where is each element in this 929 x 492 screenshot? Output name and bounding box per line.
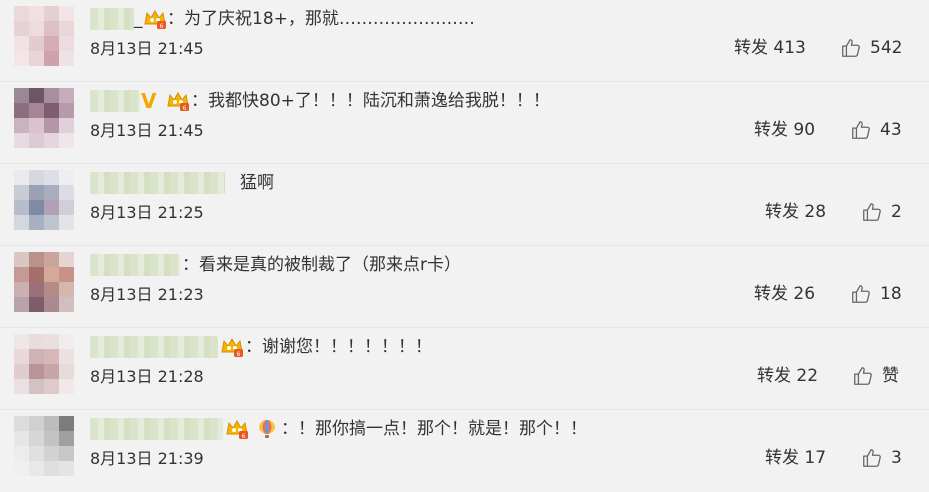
like-button[interactable]: 542 [840, 35, 902, 61]
avatar[interactable] [14, 334, 74, 394]
hot-air-balloon-icon [257, 419, 277, 439]
like-button[interactable]: 18 [850, 281, 902, 307]
comment-item: 猛啊 8月13日 21:25 转发 28 2 [0, 164, 929, 246]
comment-item: 6 ：谢谢您！！！！！！！ 8月13日 21:28 转发 22 赞 [0, 328, 929, 410]
comment-item: ：看来是真的被制裁了（那来点r卡） 8月13日 21:23 转发 26 18 [0, 246, 929, 328]
username-blurred[interactable] [90, 172, 225, 194]
like-button[interactable]: 2 [861, 199, 902, 225]
username-underscore: _ [134, 9, 143, 29]
comment-item: V 6 ：我都快80+了！！！陆沉和萧逸给我脱！！！ 8月13日 21:45 转… [0, 82, 929, 164]
svg-text:6: 6 [160, 23, 164, 30]
avatar[interactable] [14, 252, 74, 312]
avatar[interactable] [14, 416, 74, 476]
thumbs-up-icon [852, 285, 870, 303]
comment-text: ：看来是真的被制裁了（那来点r卡） [182, 255, 461, 275]
username-blurred[interactable] [90, 90, 140, 112]
thumbs-up-icon [842, 39, 860, 57]
username-blurred[interactable] [90, 418, 223, 440]
avatar[interactable] [14, 88, 74, 148]
crown-vip-icon: 6 [225, 418, 249, 440]
thumbs-up-icon [852, 121, 870, 139]
comment-text: 猛啊 [240, 173, 274, 193]
crown-vip-icon: 6 [143, 8, 167, 30]
comment-time: 8月13日 21:39 [90, 449, 204, 468]
comment-time: 8月13日 21:23 [90, 285, 204, 304]
comment-list: _ 6 ：为了庆祝18+，那就…………………… 8月13日 21:45 转发 4… [0, 0, 929, 483]
svg-text:6: 6 [237, 351, 241, 358]
comment-time: 8月13日 21:45 [90, 39, 204, 58]
v-verified-icon: V [141, 89, 157, 113]
username-blurred[interactable] [90, 336, 218, 358]
like-button[interactable]: 3 [861, 445, 902, 471]
like-count: 542 [870, 38, 903, 58]
username-blurred[interactable] [90, 8, 134, 30]
comment-item: _ 6 ：为了庆祝18+，那就…………………… 8月13日 21:45 转发 4… [0, 0, 929, 82]
comment-time: 8月13日 21:25 [90, 203, 204, 222]
like-button[interactable]: 赞 [852, 363, 899, 389]
comment-text: ：为了庆祝18+，那就…………………… [167, 9, 475, 29]
avatar[interactable] [14, 6, 74, 66]
svg-text:6: 6 [183, 105, 187, 112]
like-count: 18 [880, 284, 902, 304]
thumbs-up-icon [863, 203, 881, 221]
comment-text: ：！那你搞一点！那个！就是！那个！！ [281, 419, 587, 439]
comment-text: ：我都快80+了！！！陆沉和萧逸给我脱！！！ [191, 91, 550, 111]
comment-time: 8月13日 21:45 [90, 121, 204, 140]
svg-text:6: 6 [242, 433, 246, 440]
repost-button[interactable]: 转发 26 [754, 281, 815, 307]
thumbs-up-icon [863, 449, 881, 467]
avatar[interactable] [14, 170, 74, 230]
repost-button[interactable]: 转发 90 [754, 117, 815, 143]
like-count: 43 [880, 120, 902, 140]
username-blurred[interactable] [90, 254, 180, 276]
repost-button[interactable]: 转发 17 [765, 445, 826, 471]
like-label: 赞 [882, 366, 899, 386]
comment-time: 8月13日 21:28 [90, 367, 204, 386]
like-button[interactable]: 43 [850, 117, 902, 143]
comment-text: ：谢谢您！！！！！！！ [245, 337, 432, 357]
repost-button[interactable]: 转发 28 [765, 199, 826, 225]
crown-vip-icon: 6 [220, 336, 244, 358]
thumbs-up-icon [854, 367, 872, 385]
like-count: 2 [891, 202, 902, 222]
comment-item: 6 ：！那你搞一点！那个！就是！那个！！ 8月13日 21:39 转发 17 3 [0, 410, 929, 492]
repost-button[interactable]: 转发 413 [734, 35, 806, 61]
like-count: 3 [891, 448, 902, 468]
repost-button[interactable]: 转发 22 [757, 363, 818, 389]
crown-vip-icon: 6 [166, 90, 190, 112]
